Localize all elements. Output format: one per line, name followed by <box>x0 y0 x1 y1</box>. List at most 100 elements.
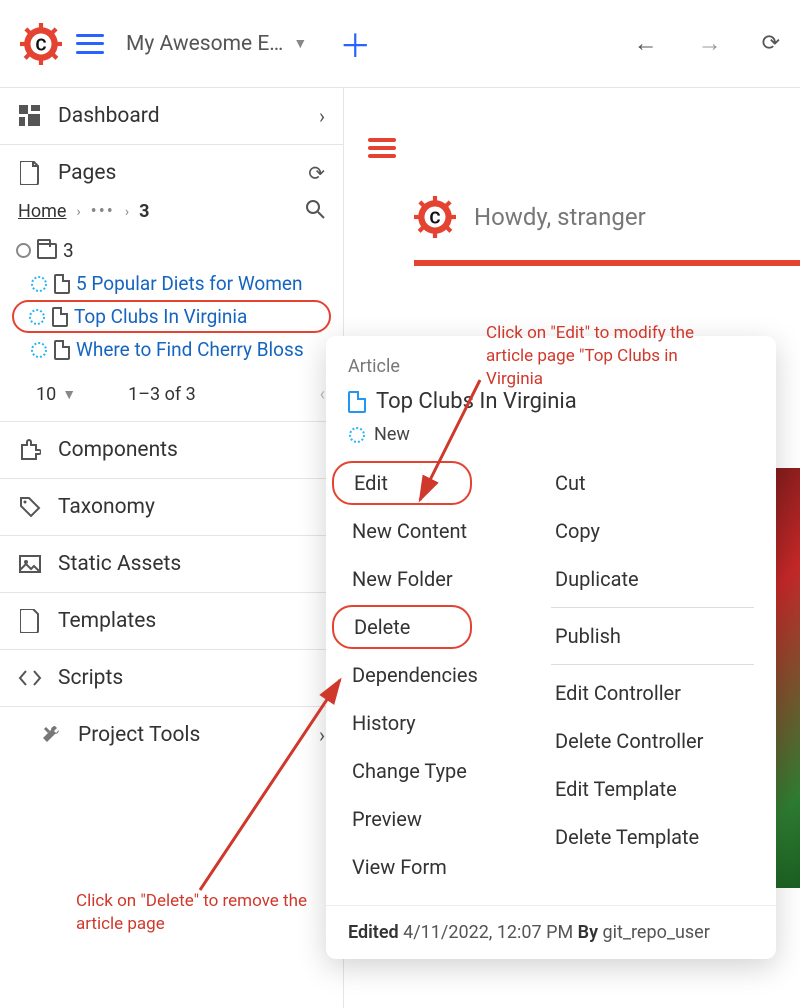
pages-section: Pages ⟳ Home › ••• › 3 3 <box>0 145 343 422</box>
puzzle-icon <box>18 438 42 462</box>
chevron-right-icon: › <box>319 104 325 128</box>
forward-icon[interactable]: → <box>698 29 722 58</box>
page-icon <box>54 274 70 294</box>
site-name: My Awesome E… <box>126 32 283 56</box>
separator <box>551 607 754 608</box>
pager: 10 ▼ 1–3 of 3 ‹ <box>0 374 343 421</box>
dashboard-section[interactable]: Dashboard › <box>0 88 343 145</box>
nav-project-tools[interactable]: Project Tools › <box>0 707 343 747</box>
file-icon <box>18 609 42 633</box>
code-icon <box>18 666 42 690</box>
footer-date: 4/11/2022, 12:07 PM <box>403 922 573 943</box>
tree-item-label: Top Clubs In Virginia <box>74 305 247 328</box>
tag-icon <box>18 495 42 519</box>
nav-scripts[interactable]: Scripts <box>0 650 343 706</box>
ctx-preview[interactable]: Preview <box>348 795 551 843</box>
ctx-copy[interactable]: Copy <box>551 507 754 555</box>
add-button[interactable]: ＋ <box>339 21 371 67</box>
ctx-publish[interactable]: Publish <box>551 612 754 660</box>
tree-item-selected[interactable]: Top Clubs In Virginia <box>12 300 331 333</box>
status-label: New <box>374 424 410 445</box>
refresh-icon[interactable]: ⟳ <box>762 31 780 56</box>
ctx-delete-template[interactable]: Delete Template <box>551 813 754 861</box>
page-icon <box>52 307 68 327</box>
chevron-right-icon: › <box>125 204 129 220</box>
svg-text:C: C <box>36 35 47 55</box>
nav-templates[interactable]: Templates <box>0 593 343 649</box>
ctx-delete[interactable]: Delete <box>332 605 472 649</box>
nav-label: Components <box>58 438 178 462</box>
app-logo: C <box>20 23 62 65</box>
nav-static-assets[interactable]: Static Assets <box>0 536 343 592</box>
breadcrumb-more[interactable]: ••• <box>91 201 115 222</box>
pager-range: 1–3 of 3 <box>128 384 196 405</box>
tree-item-label: 5 Popular Diets for Women <box>76 272 302 295</box>
ctx-edit[interactable]: Edit <box>332 461 472 505</box>
ctx-new-content[interactable]: New Content <box>348 507 551 555</box>
status-new-icon <box>28 308 46 326</box>
preview-menu-icon[interactable] <box>368 138 396 158</box>
back-icon[interactable]: ← <box>634 29 658 58</box>
status-new-icon <box>348 426 366 444</box>
chevron-right-icon: › <box>76 204 80 220</box>
menu-toggle-icon[interactable] <box>76 34 104 54</box>
context-menu-status: New <box>326 420 776 459</box>
context-menu-col-left: Edit New Content New Folder Delete Depen… <box>348 459 551 891</box>
context-menu-footer: Edited 4/11/2022, 12:07 PM By git_repo_u… <box>326 905 776 959</box>
breadcrumb-home[interactable]: Home <box>18 201 66 222</box>
per-page-value: 10 <box>36 384 56 405</box>
ctx-delete-controller[interactable]: Delete Controller <box>551 717 754 765</box>
refresh-pages-icon[interactable]: ⟳ <box>308 161 325 185</box>
breadcrumb: Home › ••• › 3 <box>0 193 343 230</box>
tree-item[interactable]: Where to Find Cherry Bloss <box>12 333 331 366</box>
nav-label: Scripts <box>58 666 123 690</box>
per-page-selector[interactable]: 10 ▼ <box>36 384 76 405</box>
context-menu-title: Top Clubs In Virginia <box>376 389 577 414</box>
ctx-cut[interactable]: Cut <box>551 459 754 507</box>
caret-down-icon: ▼ <box>62 386 76 403</box>
ctx-change-type[interactable]: Change Type <box>348 747 551 795</box>
dashboard-label: Dashboard <box>58 104 160 128</box>
tree-folder-label: 3 <box>63 239 74 262</box>
tools-icon <box>40 723 64 747</box>
greeting-row: C Howdy, stranger <box>414 196 800 238</box>
ctx-edit-controller[interactable]: Edit Controller <box>551 669 754 717</box>
ctx-duplicate[interactable]: Duplicate <box>551 555 754 603</box>
ctx-view-form[interactable]: View Form <box>348 843 551 891</box>
sidebar: Dashboard › Pages ⟳ Home › ••• › 3 <box>0 88 344 1008</box>
page-icon <box>54 340 70 360</box>
nav-components[interactable]: Components <box>0 422 343 478</box>
caret-down-icon: ▼ <box>293 35 307 52</box>
topbar-nav: ← → ⟳ <box>634 29 780 58</box>
chevron-right-icon: › <box>319 723 325 747</box>
gear-logo-icon: C <box>414 196 456 238</box>
status-new-icon <box>30 341 48 359</box>
tree-folder[interactable]: 3 <box>12 234 331 267</box>
page-tree: 3 5 Popular Diets for Women Top Clubs In… <box>0 230 343 374</box>
svg-text:C: C <box>430 208 441 228</box>
site-selector[interactable]: My Awesome E… ▼ <box>126 32 307 56</box>
ctx-new-folder[interactable]: New Folder <box>348 555 551 603</box>
ctx-dependencies[interactable]: Dependencies <box>348 651 551 699</box>
pages-label: Pages <box>58 161 116 185</box>
search-icon[interactable] <box>305 199 325 224</box>
status-ring-icon <box>16 243 31 258</box>
tree-item-label: Where to Find Cherry Bloss <box>76 338 304 361</box>
nav-label: Taxonomy <box>58 495 155 519</box>
separator <box>551 664 754 665</box>
nav-label: Templates <box>58 609 156 633</box>
footer-user: git_repo_user <box>603 922 710 943</box>
topbar: C My Awesome E… ▼ ＋ ← → ⟳ <box>0 0 800 88</box>
ctx-history[interactable]: History <box>348 699 551 747</box>
ctx-edit-template[interactable]: Edit Template <box>551 765 754 813</box>
pager-prev-icon[interactable]: ‹ <box>320 384 325 405</box>
nav-taxonomy[interactable]: Taxonomy <box>0 479 343 535</box>
context-menu-col-right: Cut Copy Duplicate Publish Edit Controll… <box>551 459 754 891</box>
tree-item[interactable]: 5 Popular Diets for Women <box>12 267 331 300</box>
footer-edited-label: Edited <box>348 922 399 943</box>
dashboard-icon <box>18 104 42 128</box>
accent-bar <box>414 260 800 266</box>
nav-label: Static Assets <box>58 552 181 576</box>
greeting-text: Howdy, stranger <box>474 203 646 231</box>
nav-label: Project Tools <box>78 723 200 747</box>
